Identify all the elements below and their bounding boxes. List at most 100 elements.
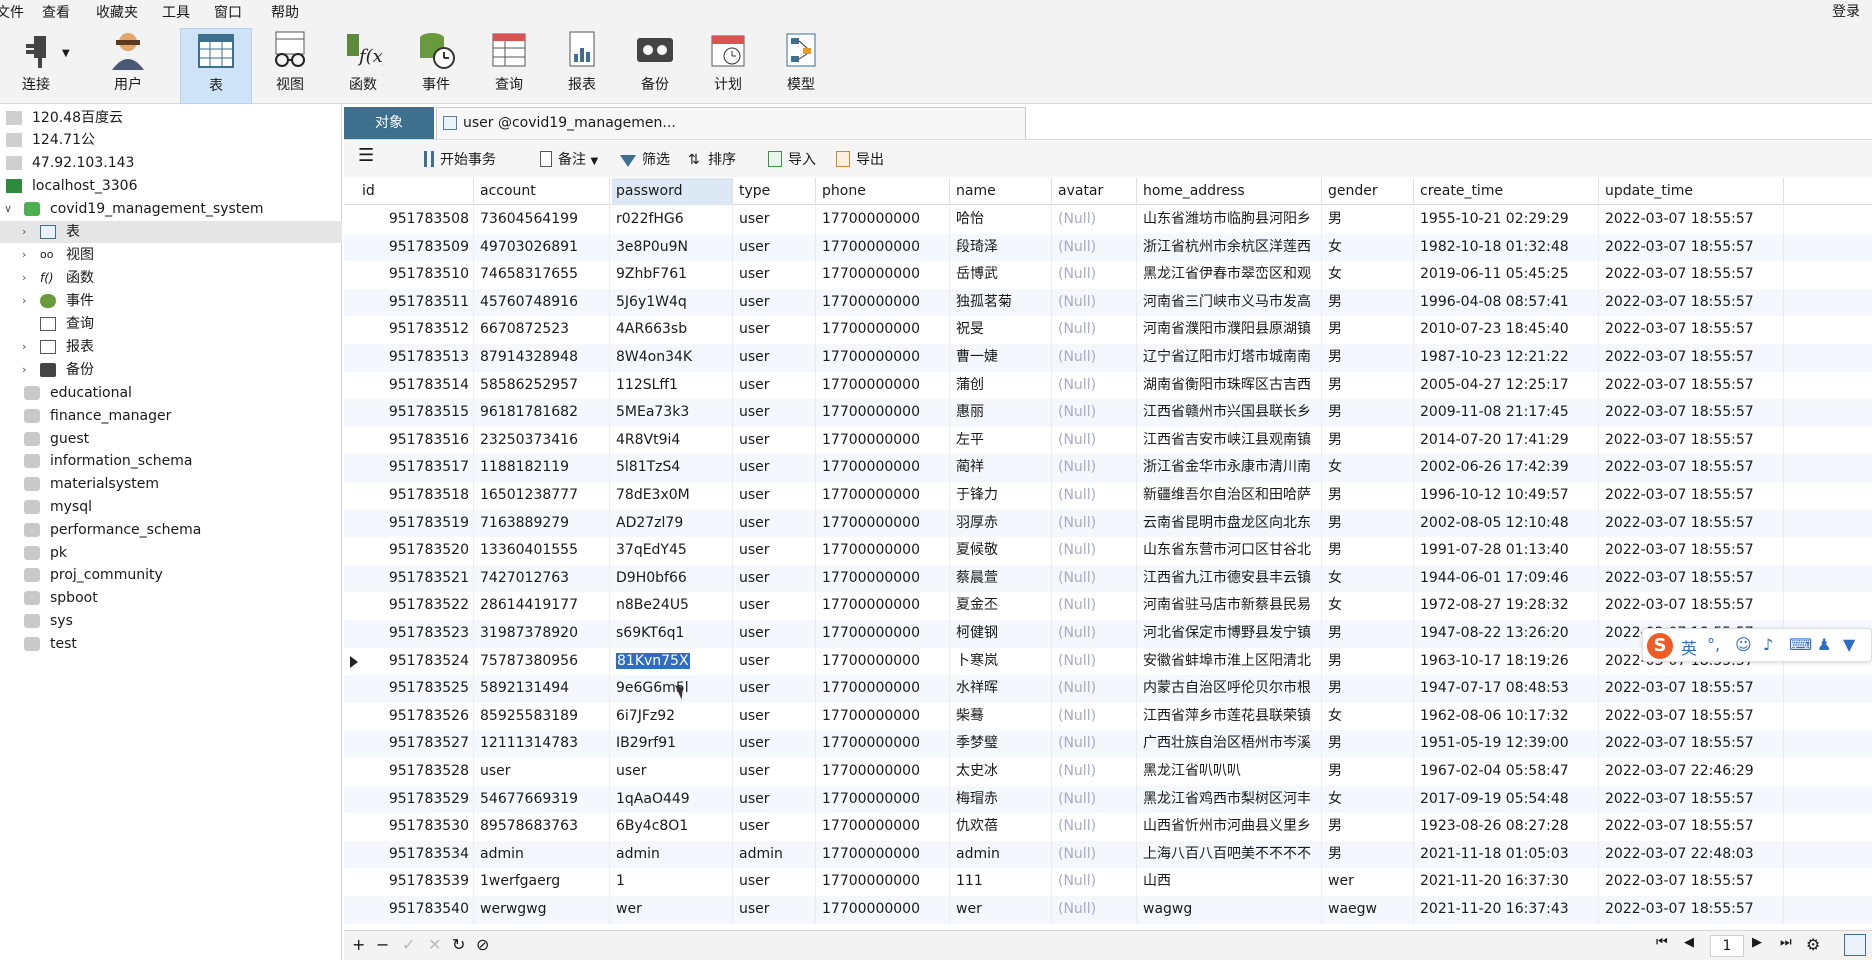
table-cell-home-address[interactable]: 内蒙古自治区呼伦贝尔市根: [1139, 675, 1322, 703]
table-cell-id[interactable]: 951783522: [358, 592, 474, 620]
table-cell-gender[interactable]: 女: [1324, 233, 1414, 262]
table-cell-account[interactable]: 58586252957: [476, 371, 610, 400]
column-header-id[interactable]: id: [358, 178, 474, 205]
table-cell-type[interactable]: user: [735, 702, 816, 731]
emoji-icon[interactable]: ☺: [1735, 635, 1752, 654]
table-cell-create-time[interactable]: 1923-08-26 08:27:28: [1416, 813, 1599, 841]
table-cell-phone[interactable]: 17700000000: [818, 702, 950, 731]
table-cell-phone[interactable]: 17700000000: [818, 233, 950, 262]
table-cell-gender[interactable]: 女: [1324, 454, 1414, 482]
table-cell-phone[interactable]: 17700000000: [818, 454, 950, 482]
table-cell-password[interactable]: 8W4on34K: [612, 344, 733, 372]
table-cell-phone[interactable]: 17700000000: [818, 206, 950, 234]
table-cell-home-address[interactable]: 山西省忻州市河曲县义里乡: [1139, 813, 1322, 841]
table-cell-avatar[interactable]: (Null): [1054, 868, 1137, 896]
tab-user-table[interactable]: user @covid19_managemen...: [436, 107, 1026, 139]
table-cell-account[interactable]: 96181781682: [476, 399, 610, 427]
table-row[interactable]: 951783514 58586252957 112SLff1 user 17700000…: [344, 371, 1872, 400]
table-cell-type[interactable]: user: [735, 813, 816, 841]
table-cell-gender[interactable]: 男: [1324, 840, 1414, 869]
table-cell-password[interactable]: 9ZhbF761: [612, 261, 733, 289]
table-cell-update-time[interactable]: 2022-03-07 18:55:57: [1601, 509, 1784, 538]
table-cell-home-address[interactable]: 黑龙江省伊春市翠峦区和观: [1139, 261, 1322, 289]
table-cell-phone[interactable]: 17700000000: [818, 785, 950, 814]
table-cell-home-address[interactable]: 河南省三门峡市义马市发高: [1139, 288, 1322, 317]
table-cell-name[interactable]: 于锋力: [952, 482, 1052, 510]
chevron-right-icon[interactable]: ›: [22, 267, 26, 289]
table-cell-type[interactable]: user: [735, 592, 816, 620]
table-cell-avatar[interactable]: (Null): [1054, 840, 1137, 869]
tree-views[interactable]: › oo 视图: [0, 244, 342, 266]
table-cell-update-time[interactable]: 2022-03-07 18:55:57: [1601, 868, 1784, 896]
table-cell-avatar[interactable]: (Null): [1054, 758, 1137, 786]
table-cell-phone[interactable]: 17700000000: [818, 758, 950, 786]
table-cell-gender[interactable]: 男: [1324, 482, 1414, 510]
table-cell-update-time[interactable]: 2022-03-07 18:55:57: [1601, 399, 1784, 427]
tree-database[interactable]: ∨ covid19_management_system: [0, 198, 342, 220]
table-cell-id[interactable]: 951783524: [358, 647, 474, 676]
table-cell-id[interactable]: 951783534: [358, 840, 474, 869]
table-cell-update-time[interactable]: 2022-03-07 22:46:29: [1601, 758, 1784, 786]
table-cell-home-address[interactable]: 山东省东营市河口区甘谷北: [1139, 537, 1322, 565]
table-cell-type[interactable]: admin: [735, 840, 816, 869]
chevron-right-icon[interactable]: ›: [22, 336, 26, 358]
table-cell-gender[interactable]: 女: [1324, 702, 1414, 731]
table-cell-type[interactable]: user: [735, 261, 816, 289]
table-cell-phone[interactable]: 17700000000: [818, 896, 950, 924]
table-cell-account[interactable]: 13360401555: [476, 537, 610, 565]
table-cell-create-time[interactable]: 2019-06-11 05:45:25: [1416, 261, 1599, 289]
table-cell-phone[interactable]: 17700000000: [818, 344, 950, 372]
table-cell-password[interactable]: r022fHG6: [612, 206, 733, 234]
table-cell-id[interactable]: 951783527: [358, 730, 474, 758]
ime-language-toggle[interactable]: 英: [1681, 635, 1697, 659]
table-cell-account[interactable]: 54677669319: [476, 785, 610, 814]
table-cell-phone[interactable]: 17700000000: [818, 371, 950, 400]
menu-favorites[interactable]: 收藏夹: [96, 2, 138, 22]
table-cell-id[interactable]: 951783540: [358, 896, 474, 924]
table-cell-phone[interactable]: 17700000000: [818, 426, 950, 455]
table-row[interactable]: 951783534 admin admin admin 17700000000 admin…: [344, 840, 1872, 869]
table-cell-avatar[interactable]: (Null): [1054, 537, 1137, 565]
table-cell-type[interactable]: user: [735, 537, 816, 565]
table-cell-update-time[interactable]: 2022-03-07 22:48:03: [1601, 840, 1784, 869]
table-cell-update-time[interactable]: 2022-03-07 18:55:57: [1601, 454, 1784, 482]
table-row[interactable]: 951783525 5892131494 9e6G6m5l user 177000000…: [344, 675, 1872, 703]
table-row[interactable]: 951783509 49703026891 3e8P0u9N user 17700000…: [344, 233, 1872, 262]
table-cell-account[interactable]: admin: [476, 840, 610, 869]
table-cell-phone[interactable]: 17700000000: [818, 868, 950, 896]
table-cell-name[interactable]: 梅瑁赤: [952, 785, 1052, 814]
table-cell-create-time[interactable]: 2021-11-20 16:37:43: [1416, 896, 1599, 924]
column-header-name[interactable]: name: [952, 178, 1052, 205]
table-cell-create-time[interactable]: 2021-11-20 16:37:30: [1416, 868, 1599, 896]
table-cell-password[interactable]: 1qAaO449: [612, 785, 733, 814]
table-cell-avatar[interactable]: (Null): [1054, 785, 1137, 814]
table-cell-home-address[interactable]: 山东省潍坊市临朐县河阳乡: [1139, 206, 1322, 234]
column-header-avatar[interactable]: avatar: [1054, 178, 1137, 205]
table-cell-create-time[interactable]: 1987-10-23 12:21:22: [1416, 344, 1599, 372]
table-cell-name[interactable]: 曹一婕: [952, 344, 1052, 372]
table-cell-avatar[interactable]: (Null): [1054, 426, 1137, 455]
table-cell-account[interactable]: 7427012763: [476, 564, 610, 593]
table-cell-gender[interactable]: 男: [1324, 537, 1414, 565]
table-cell-gender[interactable]: 男: [1324, 730, 1414, 758]
table-cell-name[interactable]: 水祥晖: [952, 675, 1052, 703]
table-cell-create-time[interactable]: 1955-10-21 02:29:29: [1416, 206, 1599, 234]
sort-button[interactable]: ⇅ 排序: [688, 149, 736, 169]
table-cell-id[interactable]: 951783513: [358, 344, 474, 372]
table-cell-create-time[interactable]: 2002-08-05 12:10:48: [1416, 509, 1599, 538]
table-row[interactable]: 951783518 16501238777 78dE3x0M user 17700000…: [344, 482, 1872, 510]
table-cell-avatar[interactable]: (Null): [1054, 730, 1137, 758]
table-cell-password[interactable]: 5J6y1W4q: [612, 288, 733, 317]
table-cell-home-address[interactable]: 河南省濮阳市濮阳县原湖镇: [1139, 316, 1322, 344]
table-cell-account[interactable]: 5892131494: [476, 675, 610, 703]
table-cell-type[interactable]: user: [735, 233, 816, 262]
stop-icon[interactable]: ⊘: [476, 935, 489, 954]
backup-button[interactable]: 备份: [619, 28, 691, 104]
table-row[interactable]: 951783529 54677669319 1qAaO449 user 17700000…: [344, 785, 1872, 814]
table-cell-account[interactable]: 1188182119: [476, 454, 610, 482]
table-cell-update-time[interactable]: 2022-03-07 18:55:57: [1601, 592, 1784, 620]
table-cell-create-time[interactable]: 1951-05-19 12:39:00: [1416, 730, 1599, 758]
table-cell-home-address[interactable]: 江西省吉安市峡江县观南镇: [1139, 426, 1322, 455]
table-cell-id[interactable]: 951783520: [358, 537, 474, 565]
table-cell-name[interactable]: 夏候敬: [952, 537, 1052, 565]
